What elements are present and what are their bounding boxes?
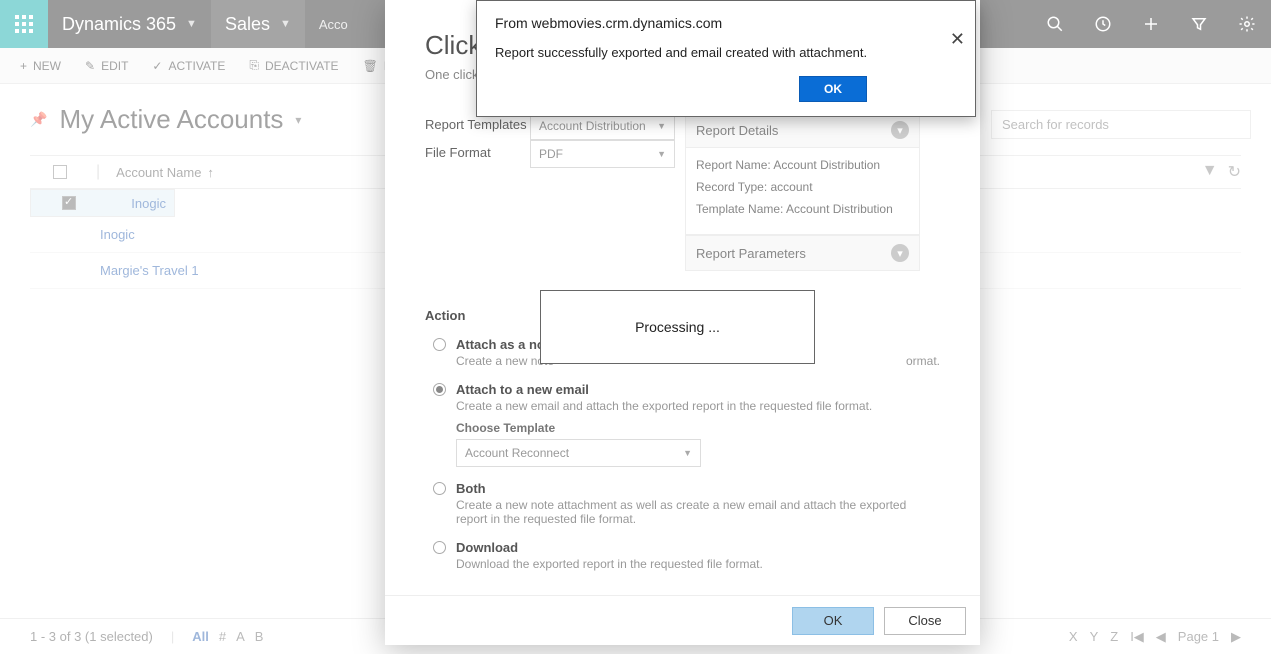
radio-attach-email[interactable]: Attach to a new email [433, 382, 940, 397]
file-format-select[interactable]: PDF▼ [530, 140, 675, 168]
choose-template-label: Choose Template [456, 421, 940, 435]
alert-message: Report successfully exported and email c… [495, 45, 957, 60]
close-icon[interactable]: ✕ [950, 29, 965, 50]
radio-download[interactable]: Download [433, 540, 940, 555]
report-parameters-header[interactable]: Report Parameters ▾ [685, 235, 920, 271]
chevron-down-icon: ▼ [657, 121, 666, 131]
radio-icon [433, 383, 446, 396]
report-details-header[interactable]: Report Details ▾ [685, 112, 920, 148]
chevron-down-icon: ▾ [891, 244, 909, 262]
chevron-down-icon: ▼ [683, 448, 692, 458]
radio-icon [433, 338, 446, 351]
alert-source: From webmovies.crm.dynamics.com [495, 15, 957, 31]
alert-ok-button[interactable]: OK [799, 76, 867, 102]
dialog-ok-button[interactable]: OK [792, 607, 874, 635]
chevron-down-icon: ▼ [657, 149, 666, 159]
radio-icon [433, 482, 446, 495]
dialog-close-button[interactable]: Close [884, 607, 966, 635]
radio-icon [433, 541, 446, 554]
radio-both[interactable]: Both [433, 481, 940, 496]
browser-alert: ✕ From webmovies.crm.dynamics.com Report… [476, 0, 976, 117]
label-file-format: File Format [425, 140, 530, 160]
processing-indicator: Processing ... [540, 290, 815, 364]
chevron-down-icon: ▾ [891, 121, 909, 139]
email-template-select[interactable]: Account Reconnect▼ [456, 439, 701, 467]
